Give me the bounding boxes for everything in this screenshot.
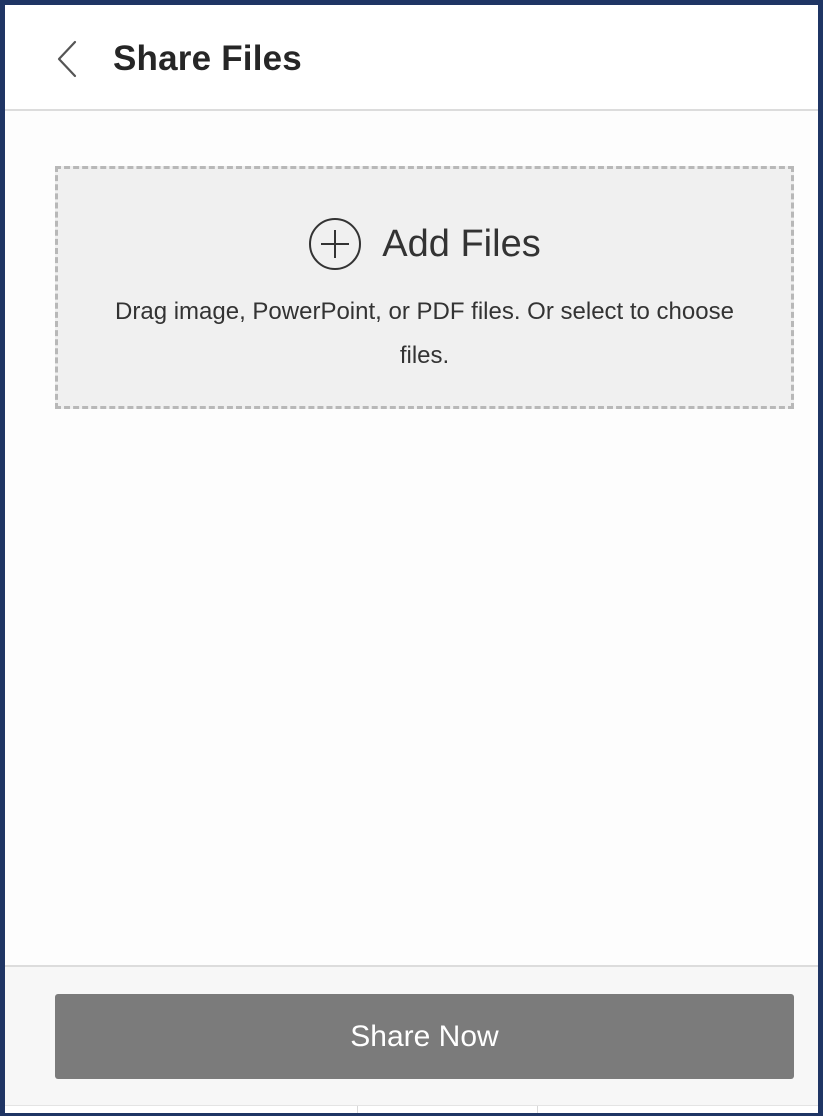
page-title: Share Files [113,39,302,78]
add-files-row[interactable]: Add Files [58,217,791,271]
dropzone-description: Drag image, PowerPoint, or PDF files. Or… [115,298,734,369]
chevron-left-icon [57,40,77,78]
panel-footer: Share Now [5,965,818,1113]
divider-tick [357,1106,358,1113]
back-button[interactable] [47,35,87,83]
add-files-label: Add Files [382,223,541,265]
panel-header: Share Files [5,5,818,111]
file-dropzone[interactable]: Add Files Drag image, PowerPoint, or PDF… [55,166,794,409]
share-files-panel: Share Files Add Files Drag image, PowerP… [0,0,823,1116]
divider-tick [537,1106,538,1113]
share-now-button[interactable]: Share Now [55,994,794,1079]
plus-circle-icon [309,218,362,270]
footer-divider [5,1105,818,1113]
